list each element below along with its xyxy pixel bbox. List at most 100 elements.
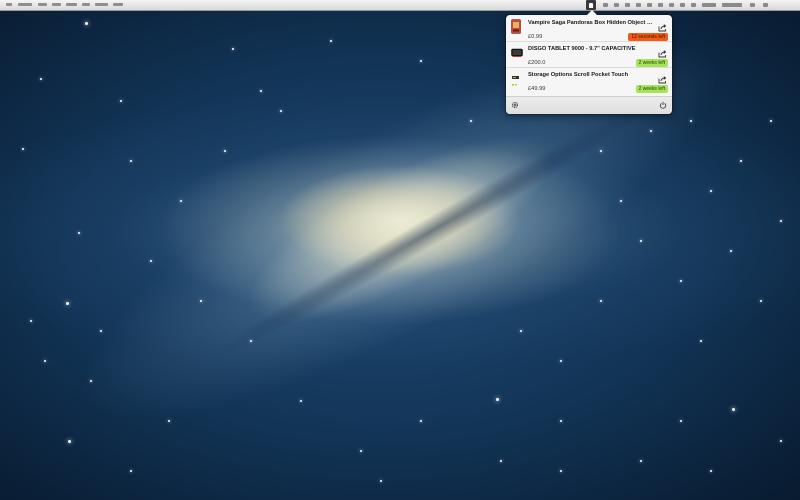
star xyxy=(560,420,562,422)
apple-menu[interactable] xyxy=(6,3,12,6)
item-title[interactable]: Vampire Saga Pandoras Box Hidden Object … xyxy=(528,20,654,26)
spotlight-icon[interactable] xyxy=(750,3,755,7)
star xyxy=(330,40,332,42)
star xyxy=(560,470,562,472)
star xyxy=(180,200,182,202)
menu-item-edit[interactable] xyxy=(52,3,61,6)
star xyxy=(224,150,226,152)
star xyxy=(260,90,262,92)
star xyxy=(360,450,362,452)
star xyxy=(710,470,712,472)
star xyxy=(780,440,782,442)
status-icon[interactable] xyxy=(691,3,696,7)
status-icon[interactable] xyxy=(680,3,685,7)
watchlist-popover: Vampire Saga Pandoras Box Hidden Object … xyxy=(506,10,672,114)
notification-center-icon[interactable] xyxy=(763,3,768,7)
star xyxy=(168,420,170,422)
star xyxy=(470,120,472,122)
status-icon[interactable] xyxy=(603,3,608,7)
star xyxy=(640,460,642,462)
star xyxy=(120,100,122,102)
star xyxy=(280,110,282,112)
menu-item-app[interactable] xyxy=(18,3,32,6)
price-tag-icon[interactable] xyxy=(586,0,596,10)
gear-icon[interactable] xyxy=(510,100,520,110)
star xyxy=(44,360,46,362)
star xyxy=(380,480,382,482)
share-icon[interactable] xyxy=(658,19,667,32)
star xyxy=(650,130,652,132)
status-icon[interactable] xyxy=(669,3,674,7)
star xyxy=(740,160,742,162)
star xyxy=(40,78,42,80)
item-price: £200.0 xyxy=(528,60,546,66)
star xyxy=(620,200,622,202)
star xyxy=(600,300,602,302)
star xyxy=(760,300,762,302)
menu-item-go[interactable] xyxy=(82,3,90,6)
time-left-badge: 2 weeks left xyxy=(635,59,668,67)
clock-text[interactable] xyxy=(702,3,716,7)
star xyxy=(150,260,152,262)
star xyxy=(496,398,499,401)
star xyxy=(600,150,602,152)
star xyxy=(420,60,422,62)
status-icon[interactable] xyxy=(658,3,663,7)
star xyxy=(130,160,132,162)
menu-item-window[interactable] xyxy=(95,3,108,6)
star xyxy=(690,120,692,122)
item-title[interactable]: DISGO TABLET 9000 - 9.7" CAPACITIVE xyxy=(528,46,654,52)
desktop: Vampire Saga Pandoras Box Hidden Object … xyxy=(0,0,800,500)
share-icon[interactable] xyxy=(658,71,667,84)
star xyxy=(30,320,32,322)
star xyxy=(200,300,202,302)
list-item[interactable]: DISGO TABLET 9000 - 9.7" CAPACITIVE £200… xyxy=(506,41,672,68)
time-left-badge: 2 weeks left xyxy=(635,85,668,93)
star xyxy=(130,470,132,472)
galaxy-dust-lane xyxy=(194,77,666,373)
menu-item-help[interactable] xyxy=(113,3,123,6)
share-icon[interactable] xyxy=(658,45,667,58)
user-name[interactable] xyxy=(722,3,742,7)
power-icon[interactable] xyxy=(658,100,668,110)
star xyxy=(250,340,252,342)
star xyxy=(22,148,24,150)
tablet-icon xyxy=(511,45,523,60)
star xyxy=(770,120,772,122)
status-icon[interactable] xyxy=(614,3,619,7)
star xyxy=(560,360,562,362)
star xyxy=(85,22,88,25)
status-icon[interactable] xyxy=(647,3,652,7)
star xyxy=(500,460,502,462)
media-player-icon xyxy=(511,71,521,86)
list-item[interactable]: Vampire Saga Pandoras Box Hidden Object … xyxy=(506,15,672,42)
star xyxy=(78,232,80,234)
star xyxy=(640,240,642,242)
star xyxy=(680,420,682,422)
star xyxy=(90,380,92,382)
status-icon[interactable] xyxy=(636,3,641,7)
menu-item-file[interactable] xyxy=(38,3,47,6)
status-icon[interactable] xyxy=(625,3,630,7)
star xyxy=(300,400,302,402)
star xyxy=(710,190,712,192)
star xyxy=(732,408,735,411)
star xyxy=(100,330,102,332)
item-price: £49.99 xyxy=(528,86,546,92)
star xyxy=(66,302,69,305)
star xyxy=(420,420,422,422)
star xyxy=(780,220,782,222)
star xyxy=(730,250,732,252)
menu-item-view[interactable] xyxy=(66,3,77,6)
time-left-badge: 12 seconds left xyxy=(628,33,668,41)
game-box-icon xyxy=(511,19,521,34)
star xyxy=(232,48,234,50)
star xyxy=(68,440,71,443)
menu-bar xyxy=(0,0,800,11)
popover-footer xyxy=(506,96,672,114)
item-price: £0.99 xyxy=(528,34,543,40)
star xyxy=(680,280,682,282)
list-item[interactable]: Storage Options Scroll Pocket Touch £49.… xyxy=(506,67,672,93)
item-title[interactable]: Storage Options Scroll Pocket Touch xyxy=(528,72,654,78)
star xyxy=(700,340,702,342)
